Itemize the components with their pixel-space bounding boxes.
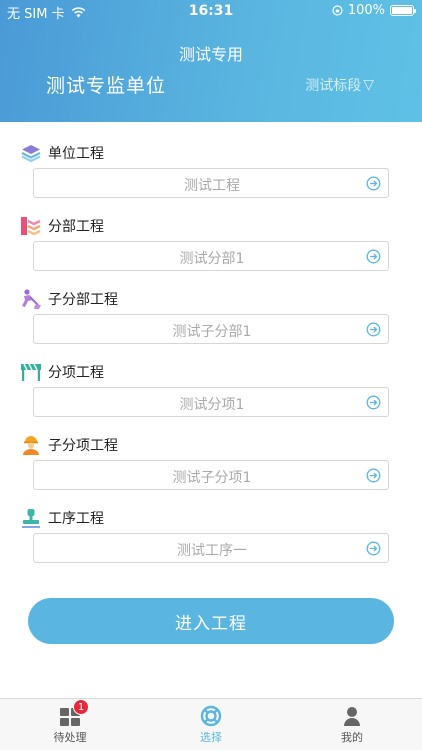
field-subitem-project: 子分项工程 测试子分项1 xyxy=(0,434,422,508)
triangle-down-icon: ▽ xyxy=(363,77,374,93)
tab-label: 我的 xyxy=(341,731,363,744)
field-label-row: 单位工程 xyxy=(20,142,104,164)
subitem-project-select[interactable]: 测试子分项1 xyxy=(33,460,389,490)
arrow-circle-right-icon xyxy=(366,249,381,264)
construction-worker-icon xyxy=(23,436,39,455)
item-project-select[interactable]: 测试分项1 xyxy=(33,387,389,417)
tab-pending[interactable]: 1 待处理 xyxy=(0,699,140,750)
field-label-row: 子分项工程 xyxy=(20,434,118,456)
arrow-circle-right-icon xyxy=(366,541,381,556)
arrow-circle-right-icon xyxy=(366,322,381,337)
arrow-circle-right-icon xyxy=(366,395,381,410)
field-value: 测试工序一 xyxy=(177,543,247,559)
chevron-stack-icon xyxy=(21,217,41,236)
battery-fill xyxy=(392,7,412,14)
field-label-row: 分部工程 xyxy=(20,215,104,237)
subdivision-project-select[interactable]: 测试子分部1 xyxy=(33,314,389,344)
field-value: 测试分部1 xyxy=(179,251,245,267)
tab-select[interactable]: 选择 xyxy=(141,699,281,750)
status-bar: 无 SIM 卡 16:31 100% xyxy=(0,0,422,22)
field-unit-project: 单位工程 测试工程 xyxy=(0,142,422,216)
field-label: 单位工程 xyxy=(48,146,104,162)
enter-project-button[interactable]: 进入工程 xyxy=(28,598,394,644)
lifebuoy-icon xyxy=(200,705,222,727)
field-subdivision-project: 子分部工程 测试子分部1 xyxy=(0,288,422,362)
status-right: 100% xyxy=(332,3,416,18)
field-division-project: 分部工程 测试分部1 xyxy=(0,215,422,289)
field-label: 分部工程 xyxy=(48,219,104,235)
section-selector[interactable]: 测试标段 ▽ xyxy=(305,75,374,95)
process-project-select[interactable]: 测试工序一 xyxy=(33,533,389,563)
orientation-lock-icon xyxy=(332,5,343,16)
stamp-icon xyxy=(22,509,40,528)
field-value: 测试子分项1 xyxy=(172,470,252,486)
user-icon xyxy=(344,707,360,726)
field-value: 测试分项1 xyxy=(179,397,245,413)
layers-icon xyxy=(21,145,41,163)
division-project-select[interactable]: 测试分部1 xyxy=(33,241,389,271)
battery-icon xyxy=(390,5,416,16)
section-selector-label: 测试标段 xyxy=(305,78,362,94)
arrow-circle-right-icon xyxy=(366,468,381,483)
notification-badge: 1 xyxy=(73,699,89,715)
field-label-row: 工序工程 xyxy=(20,507,104,529)
field-value: 测试工程 xyxy=(184,178,240,194)
unit-project-select[interactable]: 测试工程 xyxy=(33,168,389,198)
tab-icon-wrapper xyxy=(341,705,363,727)
tab-label: 选择 xyxy=(200,731,222,744)
barrier-icon xyxy=(21,363,41,381)
field-label: 分项工程 xyxy=(48,365,104,381)
field-process-project: 工序工程 测试工序一 xyxy=(0,507,422,581)
tab-icon-wrapper: 1 xyxy=(59,699,89,727)
field-label: 子分项工程 xyxy=(48,438,118,454)
field-item-project: 分项工程 测试分项1 xyxy=(0,361,422,435)
tab-mine[interactable]: 我的 xyxy=(282,699,422,750)
field-label: 工序工程 xyxy=(48,511,104,527)
field-label-row: 子分部工程 xyxy=(20,288,118,310)
unit-name: 测试专监单位 xyxy=(46,75,167,97)
field-label: 子分部工程 xyxy=(48,292,118,308)
field-value: 测试子分部1 xyxy=(172,324,252,340)
arrow-circle-right-icon xyxy=(366,176,381,191)
worker-digging-icon xyxy=(22,289,41,309)
battery-percent: 100% xyxy=(347,3,385,18)
tab-label: 待处理 xyxy=(53,731,87,744)
header: 无 SIM 卡 16:31 100% 测试专用 测试专监单位 测试标段 ▽ xyxy=(0,0,422,122)
tab-icon-wrapper xyxy=(200,705,222,727)
field-label-row: 分项工程 xyxy=(20,361,104,383)
page-title: 测试专用 xyxy=(178,45,243,64)
tab-bar: 1 待处理 选择 我的 xyxy=(0,698,422,750)
